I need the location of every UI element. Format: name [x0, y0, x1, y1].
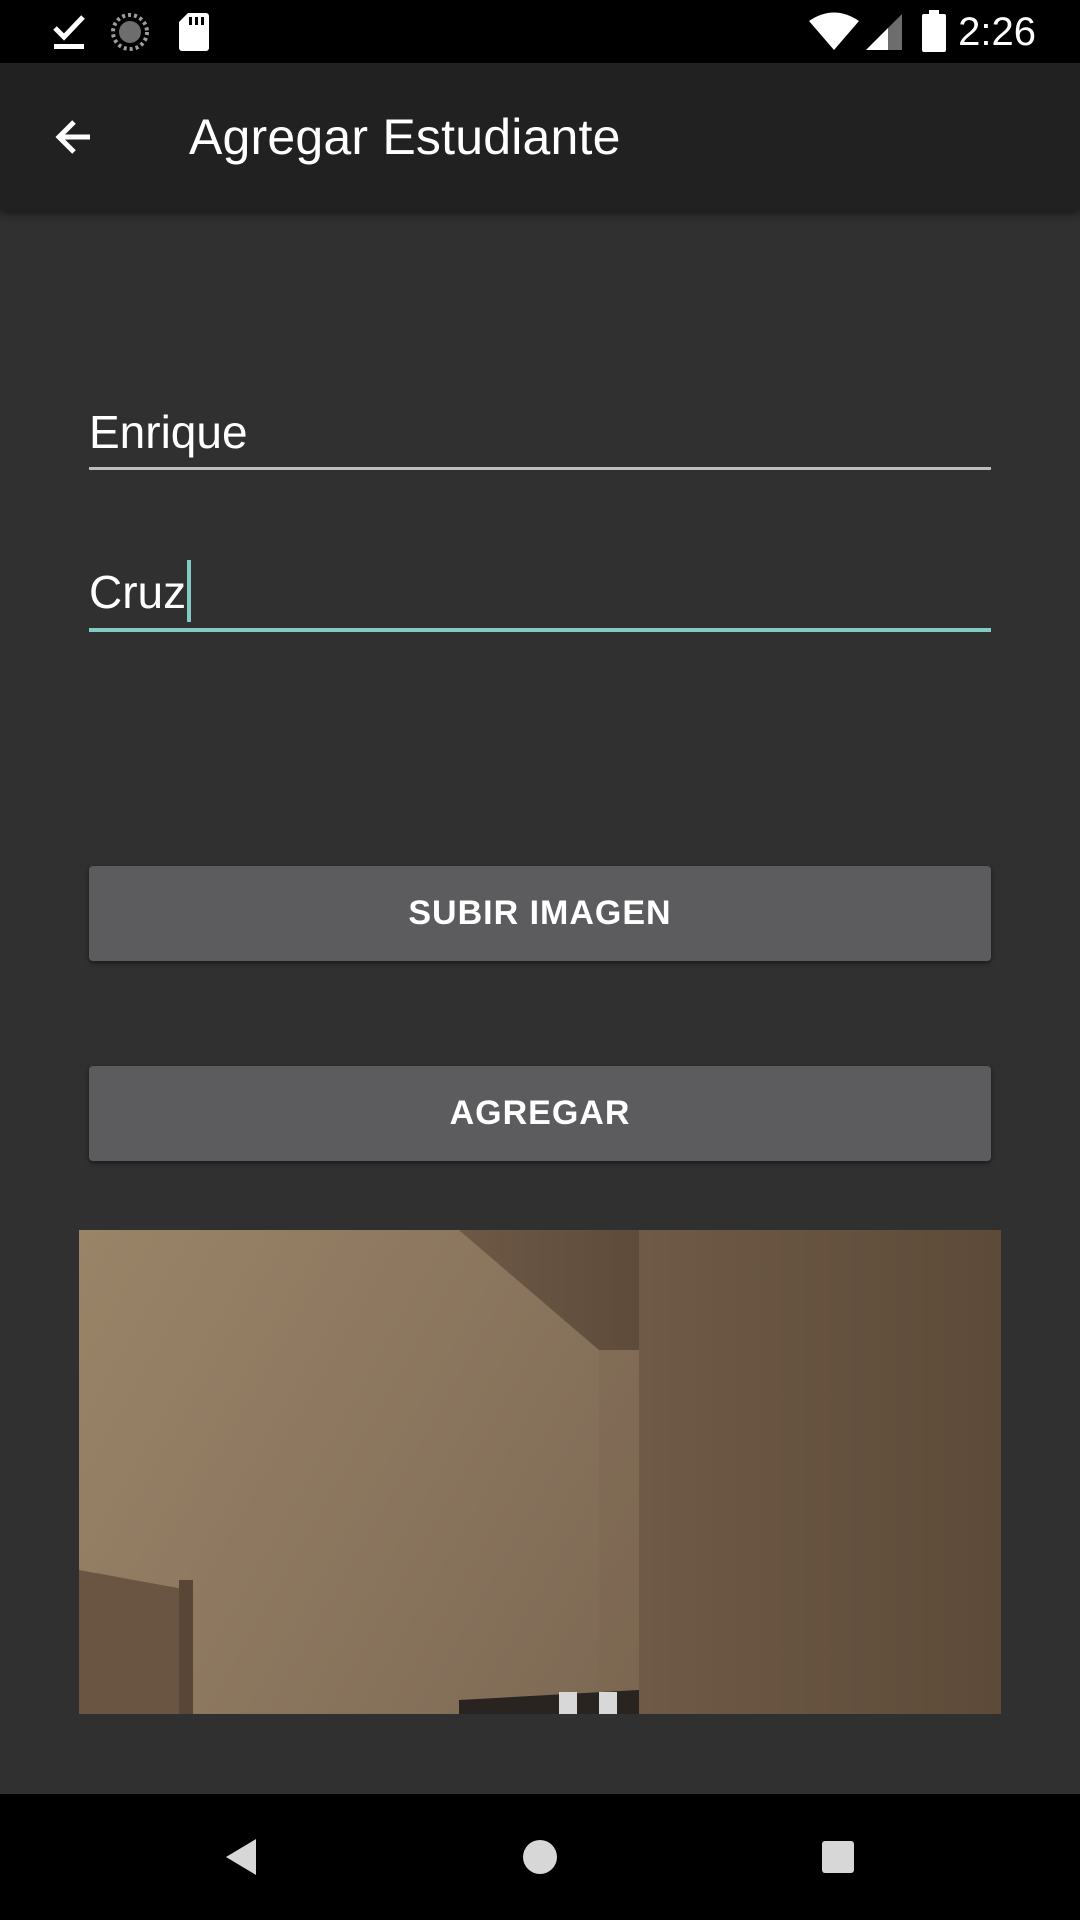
app-bar: Agregar Estudiante	[0, 63, 1080, 210]
sd-card-icon	[179, 13, 209, 51]
page-title: Agregar Estudiante	[189, 109, 621, 165]
recents-square-icon	[822, 1841, 854, 1873]
last-name-value: Cruz	[89, 566, 187, 618]
first-name-underline	[89, 467, 991, 470]
back-triangle-icon	[226, 1839, 256, 1875]
nav-recents-button[interactable]	[798, 1817, 878, 1897]
nav-home-button[interactable]	[500, 1817, 580, 1897]
status-time: 2:26	[958, 10, 1036, 54]
screen: 2:26 Agregar Estudiante Enrique Cruz SUB…	[0, 0, 1080, 1920]
back-button[interactable]	[30, 93, 118, 181]
add-button[interactable]: AGREGAR	[89, 1066, 991, 1161]
upload-image-button[interactable]: SUBIR IMAGEN	[89, 866, 991, 961]
nav-back-button[interactable]	[202, 1817, 282, 1897]
photo-preview	[79, 1230, 1001, 1714]
photo-preview-image	[79, 1230, 1001, 1714]
cell-signal-icon	[866, 14, 902, 50]
first-name-field[interactable]: Enrique	[89, 390, 991, 470]
home-circle-icon	[523, 1840, 557, 1874]
last-name-value-wrap: Cruz	[89, 560, 192, 622]
first-name-value: Enrique	[89, 406, 248, 458]
loading-spinner-icon	[111, 13, 149, 51]
download-done-icon	[53, 15, 85, 49]
arrow-back-icon	[55, 120, 90, 154]
last-name-field[interactable]: Cruz	[89, 552, 991, 632]
status-bar: 2:26	[0, 0, 1080, 63]
wifi-icon	[809, 12, 859, 50]
battery-icon	[922, 10, 946, 52]
text-cursor	[187, 560, 192, 622]
last-name-underline	[89, 628, 991, 632]
nav-bar	[0, 1794, 1080, 1920]
